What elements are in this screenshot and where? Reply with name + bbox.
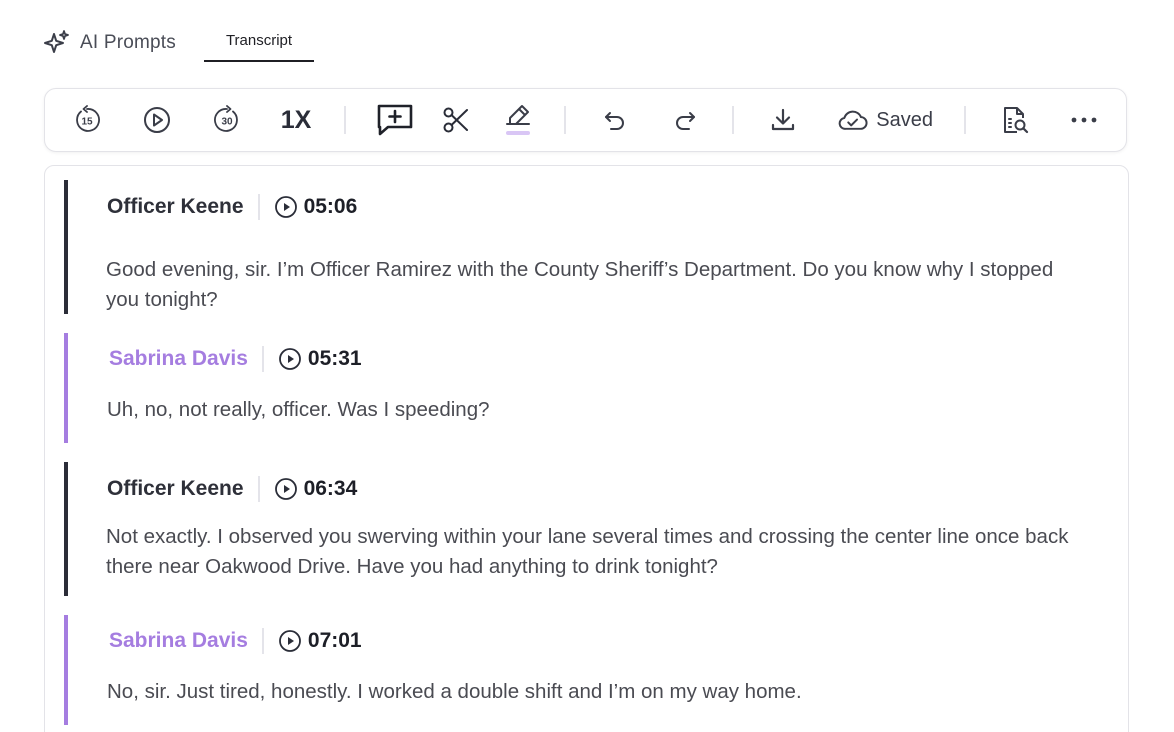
entry-header: Officer Keene 05:06 [107, 194, 357, 220]
play-icon [144, 107, 170, 133]
entry-header: Officer Keene 06:34 [107, 476, 357, 502]
speaker-name[interactable]: Officer Keene [107, 195, 244, 219]
utterance-text: Good evening, sir. I’m Officer Ramirez w… [106, 258, 1054, 311]
speaker-accent-bar [64, 333, 68, 443]
utterance-text: Uh, no, not really, officer. Was I speed… [107, 398, 490, 421]
highlighter-icon [506, 105, 530, 135]
more-horizontal-icon [1071, 117, 1097, 123]
utterance-text: Not exactly. I observed you swerving wit… [106, 525, 1069, 578]
tab-ai-prompts-label: AI Prompts [80, 32, 176, 53]
document-search-icon [1004, 107, 1029, 134]
sparkle-icon [44, 30, 69, 53]
timestamp: 05:06 [303, 195, 358, 218]
undo-button[interactable] [600, 89, 630, 151]
header-divider [261, 628, 264, 654]
rewind-15-icon: 15 [76, 105, 100, 132]
timestamp-button[interactable]: 05:06 [274, 195, 358, 219]
speaker-accent-bar [64, 180, 68, 314]
speaker-name[interactable]: Officer Keene [107, 477, 244, 501]
utterance-text: No, sir. Just tired, honestly. I worked … [107, 680, 802, 703]
forward-30-icon: 30 [214, 105, 238, 132]
undo-icon [605, 112, 624, 130]
tab-transcript-label: Transcript [225, 32, 293, 49]
play-icon [279, 348, 301, 370]
search-transcript-button[interactable] [998, 89, 1032, 151]
play-icon [274, 196, 297, 218]
forward-30-text: 30 [221, 117, 233, 128]
play-icon [274, 478, 297, 500]
player-toolbar: 15 30 1X Saved [44, 88, 1127, 152]
play-button[interactable] [139, 89, 175, 151]
more-options-button[interactable] [1068, 89, 1100, 151]
saved-label: Saved [876, 108, 933, 131]
toolbar-divider [344, 106, 346, 134]
transcript-entry: Officer Keene 05:06 Good evening, sir. I… [64, 180, 1104, 314]
rewind-15-button[interactable]: 15 [69, 89, 105, 151]
transcript-entry: Sabrina Davis 07:01 No, sir. Just tired,… [64, 615, 1104, 725]
download-icon [771, 108, 795, 131]
toolbar-divider [732, 106, 734, 134]
download-button[interactable] [767, 89, 799, 151]
tab-bar: AI Prompts Transcript [42, 26, 314, 64]
entry-header: Sabrina Davis 07:01 [109, 628, 362, 654]
saved-status-button[interactable]: Saved [837, 89, 933, 151]
entry-header: Sabrina Davis 05:31 [109, 346, 362, 372]
active-tab-underline [204, 60, 314, 62]
toolbar-divider [564, 106, 566, 134]
timestamp-button[interactable]: 05:31 [278, 347, 362, 371]
cut-button[interactable] [441, 89, 471, 151]
timestamp: 06:34 [303, 477, 358, 500]
play-icon [279, 630, 301, 652]
scissors-icon [443, 107, 468, 133]
speaker-name[interactable]: Sabrina Davis [109, 629, 248, 653]
header-divider [257, 476, 260, 502]
rewind-15-text: 15 [81, 117, 93, 128]
cloud-check-icon [838, 110, 868, 130]
playback-speed-button[interactable]: 1X [273, 89, 319, 151]
forward-30-button[interactable]: 30 [209, 89, 245, 151]
tab-transcript[interactable]: Transcript [204, 26, 314, 62]
playback-speed-label: 1X [280, 105, 312, 134]
speaker-name[interactable]: Sabrina Davis [109, 347, 248, 371]
add-comment-button[interactable] [374, 89, 416, 151]
timestamp-button[interactable]: 07:01 [278, 629, 362, 653]
header-divider [261, 346, 264, 372]
timestamp-button[interactable]: 06:34 [274, 477, 358, 501]
redo-button[interactable] [670, 89, 700, 151]
header-divider [257, 194, 260, 220]
timestamp: 07:01 [307, 629, 362, 652]
transcript-panel: Officer Keene 05:06 Good evening, sir. I… [44, 165, 1129, 732]
transcript-entry: Officer Keene 06:34 Not exactly. I obser… [64, 462, 1104, 596]
timestamp: 05:31 [307, 347, 362, 370]
toolbar-divider [964, 106, 966, 134]
tab-ai-prompts[interactable]: AI Prompts [42, 28, 176, 58]
speaker-accent-bar [64, 615, 68, 725]
add-comment-icon [377, 104, 413, 136]
speaker-accent-bar [64, 462, 68, 596]
transcript-entry: Sabrina Davis 05:31 Uh, no, not really, … [64, 333, 1104, 443]
highlight-button[interactable] [502, 89, 534, 151]
redo-icon [676, 112, 695, 130]
